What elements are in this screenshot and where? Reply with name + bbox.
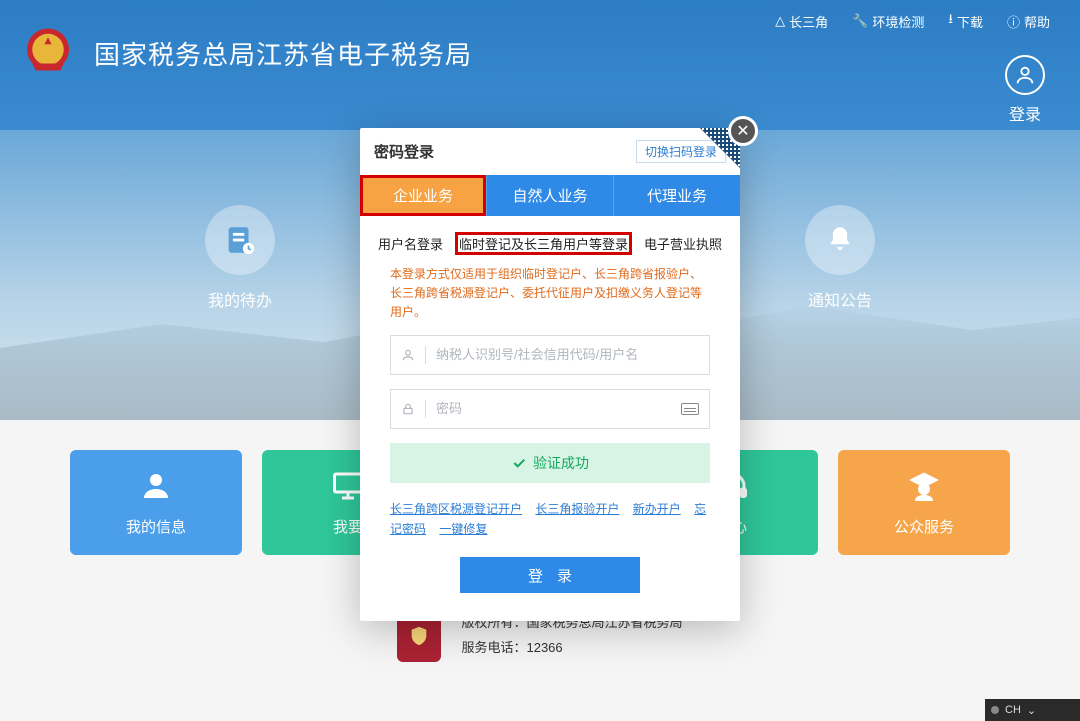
brand-title: 国家税务总局江苏省电子税务局 — [94, 35, 472, 72]
link-csj-tax[interactable]: 长三角跨区税源登记开户 — [390, 502, 522, 516]
avatar-icon — [1005, 55, 1045, 95]
card-notice-label: 通知公告 — [800, 287, 880, 311]
verify-label: 验证成功 — [533, 453, 589, 473]
card-todo[interactable]: 我的待办 — [200, 205, 280, 311]
user-icon — [138, 468, 174, 504]
separator — [425, 346, 426, 364]
link-csj-report[interactable]: 长三角报验开户 — [535, 502, 619, 516]
todo-icon — [205, 205, 275, 275]
link-csj[interactable]: △ 长三角 — [775, 10, 828, 32]
switch-qr-button[interactable]: 切换扫码登录 — [636, 140, 726, 163]
bell-icon — [805, 205, 875, 275]
tile-label: 我要 — [333, 516, 363, 537]
download-icon: ⭳ — [948, 10, 953, 32]
top-bar: △ 长三角 🔧 环境检测 ⭳ 下载 ⓘ 帮助 登录 国家税务总局江苏省电子税务局 — [0, 0, 1080, 130]
login-entry-label: 登录 — [1005, 101, 1045, 125]
login-hint: 本登录方式仅适用于组织临时登记户、长三角跨省报验户、长三角跨省税源登记户、委托代… — [360, 265, 740, 335]
tab-enterprise[interactable]: 企业业务 — [360, 175, 486, 216]
login-modal: ✕ 密码登录 切换扫码登录 企业业务 自然人业务 代理业务 用户名登录 临时登记… — [360, 128, 740, 621]
help-icon: ⓘ — [1007, 12, 1020, 31]
lock-icon — [401, 402, 415, 416]
verify-success: 验证成功 — [390, 443, 710, 483]
footer-phone: 服务电话：12366 — [461, 636, 682, 661]
password-field[interactable] — [390, 389, 710, 429]
keyboard-icon[interactable] — [681, 403, 699, 415]
tile-label: 我的信息 — [126, 516, 186, 537]
scholar-icon — [906, 468, 942, 504]
emblem-icon — [20, 25, 76, 81]
modal-header: 密码登录 切换扫码登录 — [360, 128, 740, 175]
ime-dot-icon — [991, 706, 999, 714]
triangle-icon: △ — [775, 13, 785, 29]
ime-label: CH — [1005, 704, 1021, 716]
biz-tabs: 企业业务 自然人业务 代理业务 — [360, 175, 740, 216]
helper-links: 长三角跨区税源登记开户 长三角报验开户 新办开户 忘记密码 一键修复 — [360, 493, 740, 558]
tile-label: 公众服务 — [894, 516, 954, 537]
modal-title: 密码登录 — [374, 141, 434, 162]
link-repair[interactable]: 一键修复 — [439, 522, 487, 536]
brand: 国家税务总局江苏省电子税务局 — [20, 25, 472, 81]
link-new-open[interactable]: 新办开户 — [633, 502, 681, 516]
username-field[interactable] — [390, 335, 710, 375]
top-links: △ 长三角 🔧 环境检测 ⭳ 下载 ⓘ 帮助 — [775, 10, 1050, 32]
link-env[interactable]: 🔧 环境检测 — [852, 10, 924, 32]
link-help[interactable]: ⓘ 帮助 — [1007, 10, 1050, 32]
ime-bar[interactable]: CH ⌄ — [985, 699, 1080, 721]
wrench-icon: 🔧 — [852, 13, 868, 29]
separator — [425, 400, 426, 418]
tile-myinfo[interactable]: 我的信息 — [70, 450, 242, 555]
ime-sep: ⌄ — [1027, 704, 1036, 717]
close-button[interactable]: ✕ — [728, 116, 758, 146]
card-todo-label: 我的待办 — [200, 287, 280, 311]
tab-agent[interactable]: 代理业务 — [614, 175, 740, 216]
check-icon — [511, 455, 527, 471]
username-input[interactable] — [436, 347, 699, 362]
close-icon: ✕ — [736, 121, 749, 141]
login-entry[interactable]: 登录 — [1005, 55, 1045, 125]
sub-tabs: 用户名登录 临时登记及长三角用户等登录 电子营业执照 — [360, 216, 740, 265]
subtab-elicense[interactable]: 电子营业执照 — [640, 232, 726, 255]
user-icon — [401, 348, 415, 362]
card-notice[interactable]: 通知公告 — [800, 205, 880, 311]
link-download[interactable]: ⭳ 下载 — [948, 10, 983, 32]
subtab-username[interactable]: 用户名登录 — [374, 232, 447, 255]
tile-public[interactable]: 公众服务 — [838, 450, 1010, 555]
login-submit-button[interactable]: 登录 — [460, 557, 640, 593]
password-input[interactable] — [436, 401, 671, 416]
tab-person[interactable]: 自然人业务 — [486, 175, 614, 216]
subtab-temp-csj[interactable]: 临时登记及长三角用户等登录 — [455, 232, 632, 255]
